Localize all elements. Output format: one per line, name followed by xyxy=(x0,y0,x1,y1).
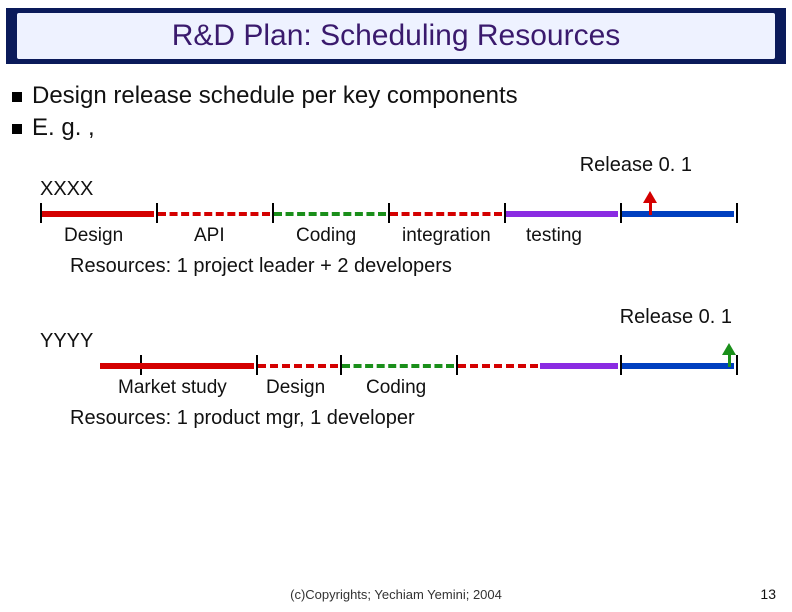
timeline-segment xyxy=(622,363,734,369)
segment-label: Design xyxy=(266,377,325,399)
bullet-item: Design release schedule per key componen… xyxy=(12,82,780,110)
slide: R&D Plan: Scheduling Resources Design re… xyxy=(0,0,792,612)
timeline-block-2: YYYY Release 0. 1 Market study Design Co… xyxy=(40,330,772,430)
timeline-axis xyxy=(40,203,740,223)
segment-label: Coding xyxy=(366,377,426,399)
segment-label: integration xyxy=(402,225,491,247)
timeline-segment xyxy=(42,211,154,217)
bullet-text: E. g. , xyxy=(32,114,95,142)
timeline-segment xyxy=(100,363,254,369)
timeline-segment xyxy=(622,211,734,217)
timeline-row-label: XXXX xyxy=(40,178,772,201)
release-arrow-icon xyxy=(722,343,736,355)
bullet-text: Design release schedule per key componen… xyxy=(32,82,518,110)
timeline-block-1: XXXX Release 0. 1 Design API xyxy=(40,178,772,278)
page-number: 13 xyxy=(760,586,776,602)
release-label: Release 0. 1 xyxy=(580,154,692,177)
release-arrow-icon xyxy=(643,191,657,203)
bullet-item: E. g. , xyxy=(12,114,780,142)
segment-label-row: Market study Design Coding xyxy=(40,377,772,401)
timeline-segment xyxy=(506,211,618,217)
bullet-square-icon xyxy=(12,92,22,102)
timeline-tick xyxy=(736,355,738,375)
title-band: R&D Plan: Scheduling Resources xyxy=(6,8,786,64)
slide-title: R&D Plan: Scheduling Resources xyxy=(17,13,775,59)
timeline-segment xyxy=(258,364,338,368)
bullet-square-icon xyxy=(12,124,22,134)
segment-label: Design xyxy=(64,225,123,247)
bullet-list: Design release schedule per key componen… xyxy=(12,82,780,146)
resources-line: Resources: 1 project leader + 2 develope… xyxy=(70,255,772,278)
timeline-segment xyxy=(458,364,538,368)
segment-label: Coding xyxy=(296,225,356,247)
resources-line: Resources: 1 product mgr, 1 developer xyxy=(70,407,772,430)
timeline-segment xyxy=(274,212,386,216)
timeline-segment xyxy=(158,212,270,216)
timeline-axis xyxy=(40,355,740,375)
timeline-segment xyxy=(390,212,502,216)
timeline-segment xyxy=(342,364,454,368)
timeline-tick xyxy=(736,203,738,223)
segment-label: Market study xyxy=(118,377,227,399)
segment-label: testing xyxy=(526,225,582,247)
timeline-segment xyxy=(540,363,618,369)
timeline-row-label: YYYY xyxy=(40,330,772,353)
segment-label: API xyxy=(194,225,225,247)
footer-copyright: (c)Copyrights; Yechiam Yemini; 2004 xyxy=(0,587,792,602)
release-label: Release 0. 1 xyxy=(620,306,732,329)
segment-label-row: Design API Coding integration testing xyxy=(40,225,772,249)
